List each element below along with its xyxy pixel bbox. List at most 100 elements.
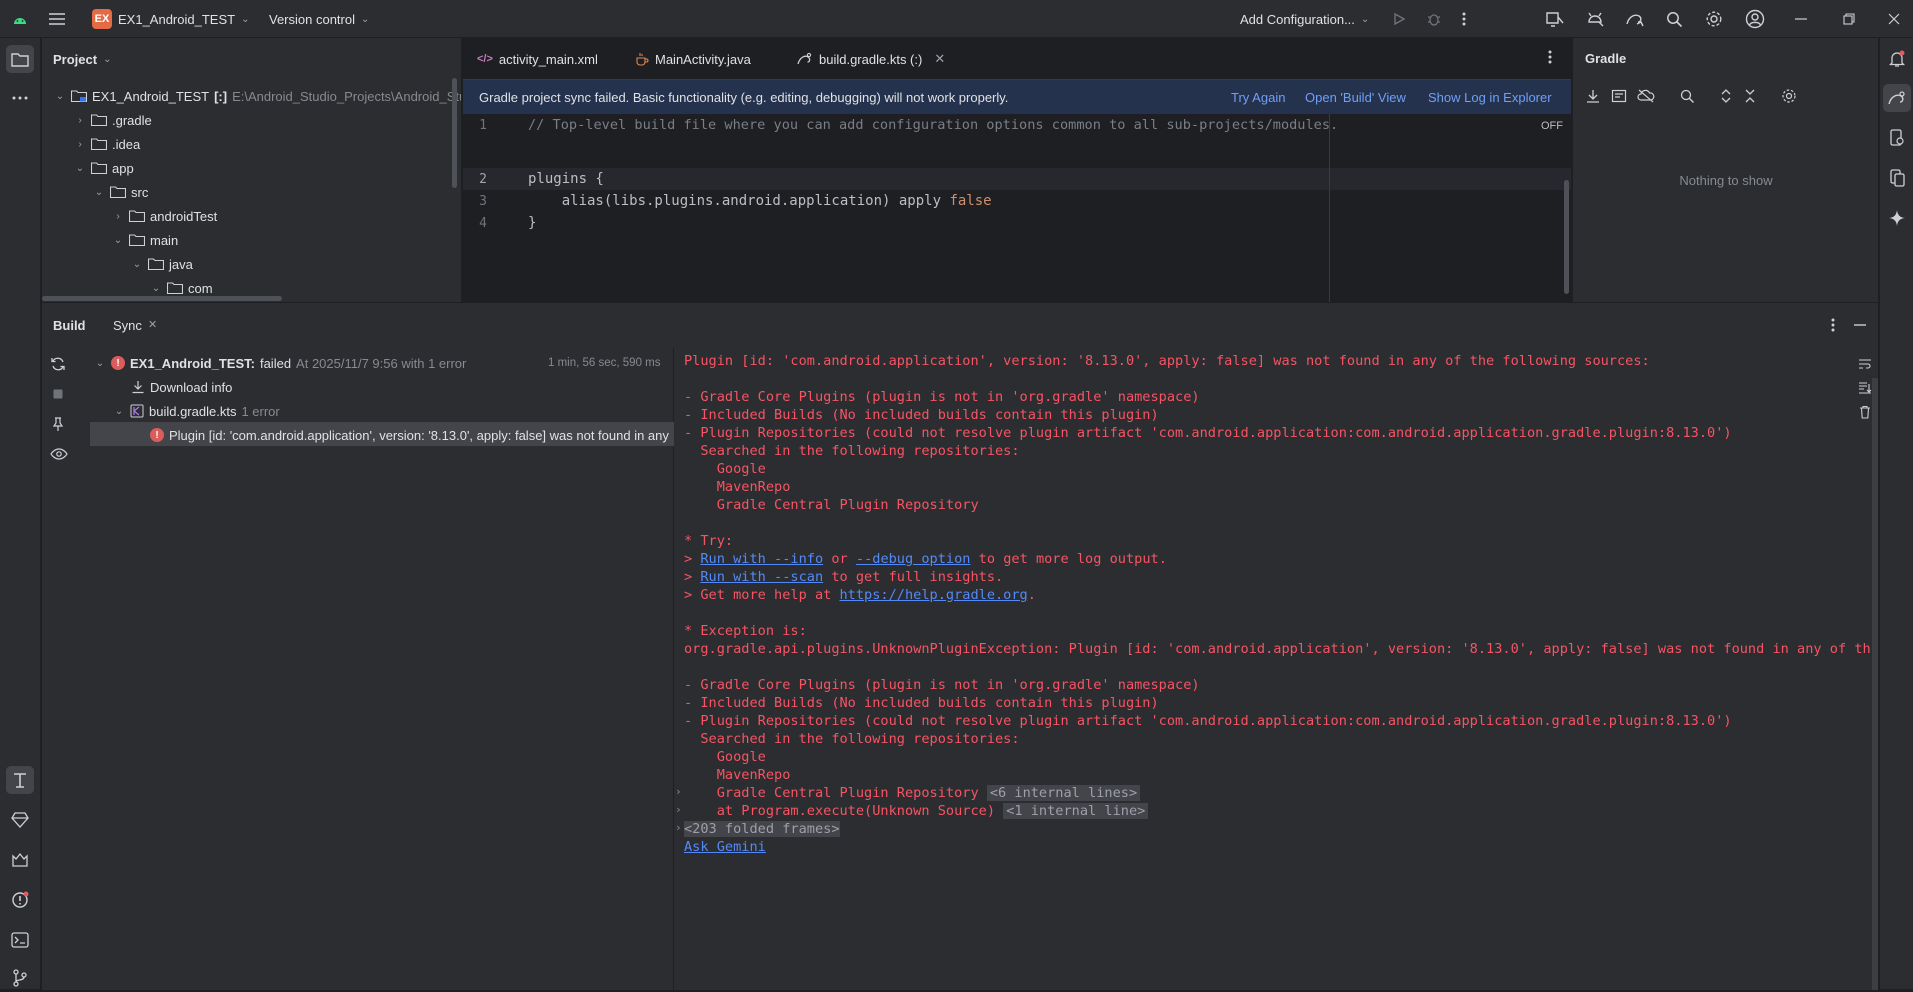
device-explorer-icon[interactable] xyxy=(1883,124,1911,152)
offline-mode-icon[interactable] xyxy=(1637,88,1655,104)
project-tool-icon[interactable] xyxy=(6,45,34,73)
tree-item-androidtest[interactable]: › androidTest xyxy=(112,204,217,228)
sync-failed-banner: Gradle project sync failed. Basic functi… xyxy=(463,80,1571,114)
terminal-icon[interactable] xyxy=(6,926,34,954)
soft-wrap-icon[interactable] xyxy=(1858,357,1872,371)
folded-lines[interactable]: <6 internal lines> xyxy=(986,785,1141,801)
tab-mainactivity-java[interactable]: MainActivity.java xyxy=(635,38,751,80)
clear-all-icon[interactable] xyxy=(1858,405,1872,419)
minimize-icon[interactable] xyxy=(1795,0,1807,38)
tree-path: E:\Android_Studio_Projects\Android_Stud xyxy=(232,88,462,104)
tree-item-root[interactable]: ⌄ EX1_Android_TEST [:] E:\Android_Studio… xyxy=(54,84,462,108)
console-line: > Run with --info or --debug option to g… xyxy=(684,551,1167,567)
tab-build-gradle-kts[interactable]: build.gradle.kts (:) ✕ xyxy=(791,38,952,83)
kotlin-file-icon xyxy=(130,404,144,418)
ask-gemini-link[interactable]: Ask Gemini xyxy=(684,839,766,855)
code-line: } xyxy=(528,215,537,231)
gem-icon[interactable] xyxy=(6,806,34,834)
gemini-icon[interactable] xyxy=(1883,204,1911,232)
search-icon[interactable] xyxy=(1666,0,1683,38)
tab-actions-icon[interactable] xyxy=(1548,50,1552,64)
folded-frames[interactable]: <203 folded frames> xyxy=(684,821,840,837)
build-result-row[interactable]: ⌄ ! EX1_Android_TEST: failed At 2025/11/… xyxy=(94,351,467,375)
running-devices-icon[interactable] xyxy=(1883,164,1911,192)
vcs-menu[interactable]: Version control ⌄ xyxy=(269,0,369,38)
folder-icon xyxy=(129,210,145,222)
fold-expand-icon[interactable]: › xyxy=(675,821,682,834)
pin-icon[interactable] xyxy=(50,416,68,432)
gear-icon[interactable] xyxy=(1705,0,1723,38)
build-file-row[interactable]: ⌄ build.gradle.kts 1 error xyxy=(113,399,280,423)
debug-option-link[interactable]: --debug option xyxy=(856,551,971,567)
fold-expand-icon[interactable]: › xyxy=(675,785,682,798)
account-icon[interactable] xyxy=(1745,0,1765,38)
editor-tabs: </> activity_main.xml MainActivity.java … xyxy=(463,38,1571,83)
expand-all-icon[interactable] xyxy=(1719,88,1733,104)
show-log-link[interactable]: Show Log in Explorer xyxy=(1428,90,1552,105)
gradle-tool-icon[interactable] xyxy=(1883,84,1911,112)
main-menu-icon[interactable] xyxy=(48,0,66,38)
notifications-icon[interactable] xyxy=(1883,45,1911,73)
open-build-view-link[interactable]: Open 'Build' View xyxy=(1305,90,1406,105)
gradle-sync-icon[interactable] xyxy=(1625,0,1645,38)
error-message-row[interactable]: ! Plugin [id: 'com.android.application',… xyxy=(150,423,674,447)
close-tab-icon[interactable]: ✕ xyxy=(148,318,157,331)
close-icon[interactable] xyxy=(1888,0,1900,38)
tree-item-gradle[interactable]: › .gradle xyxy=(74,108,151,132)
project-tool-window: Project ⌄ ⌄ EX1_Android_TEST [:] E:\Andr… xyxy=(42,38,462,302)
sync-icon[interactable] xyxy=(50,356,68,372)
tree-item-main[interactable]: ⌄ main xyxy=(112,228,178,252)
tree-item-src[interactable]: ⌄ src xyxy=(93,180,149,204)
tab-sync[interactable]: Sync xyxy=(113,318,142,333)
device-manager-icon[interactable] xyxy=(1545,0,1565,38)
build-console[interactable]: Plugin [id: 'com.android.application', v… xyxy=(674,348,1878,990)
tree-item-java[interactable]: ⌄ java xyxy=(131,252,193,276)
readonly-off-label[interactable]: OFF xyxy=(1541,120,1563,132)
project-switcher[interactable]: EX EX1_Android_TEST ⌄ xyxy=(92,0,249,38)
sdk-manager-icon[interactable] xyxy=(1585,0,1605,38)
restore-icon[interactable] xyxy=(1843,0,1855,38)
console-line: - Plugin Repositories (could not resolve… xyxy=(684,425,1732,441)
fold-expand-icon[interactable]: › xyxy=(675,803,682,816)
build-tool-icon[interactable] xyxy=(6,766,34,794)
project-view-selector[interactable]: Project ⌄ xyxy=(53,38,111,80)
tree-item-idea[interactable]: › .idea xyxy=(74,132,140,156)
collapse-all-icon[interactable] xyxy=(1743,88,1757,104)
console-text: Gradle Central Plugin Repository xyxy=(684,785,979,801)
tab-activity-main-xml[interactable]: </> activity_main.xml xyxy=(477,38,598,80)
try-again-link[interactable]: Try Again xyxy=(1231,90,1285,105)
more-actions-icon[interactable] xyxy=(1462,0,1466,38)
horizontal-scrollbar[interactable] xyxy=(42,296,282,301)
version-control-icon[interactable] xyxy=(6,964,34,992)
code-area[interactable]: 1 // Top-level build file where you can … xyxy=(463,114,1571,302)
console-scrollbar[interactable] xyxy=(1872,378,1878,990)
folded-lines[interactable]: <1 internal line> xyxy=(1003,803,1149,819)
tab-build[interactable]: Build xyxy=(53,318,86,333)
run-with-info-link[interactable]: Run with --info xyxy=(700,551,823,567)
editor-scrollbar[interactable] xyxy=(1564,180,1569,294)
vertical-scrollbar[interactable] xyxy=(452,78,457,188)
download-info-row[interactable]: Download info xyxy=(131,375,232,399)
more-tools-icon[interactable] xyxy=(6,84,34,112)
analyze-dependencies-icon[interactable] xyxy=(1679,88,1695,104)
download-icon[interactable] xyxy=(1585,88,1601,104)
view-options-icon[interactable] xyxy=(50,446,68,462)
tree-item-app[interactable]: ⌄ app xyxy=(74,156,134,180)
task-list-icon[interactable] xyxy=(1611,88,1627,104)
panel-options-icon[interactable] xyxy=(1831,318,1835,332)
scroll-to-end-icon[interactable] xyxy=(1858,381,1872,395)
help-gradle-link[interactable]: https://help.gradle.org xyxy=(840,587,1028,603)
debug-icon[interactable] xyxy=(1426,0,1442,38)
hide-panel-icon[interactable] xyxy=(1854,324,1866,326)
stop-icon[interactable] xyxy=(50,386,68,402)
run-icon[interactable] xyxy=(1392,0,1406,38)
logcat-icon[interactable] xyxy=(6,846,34,874)
gradle-settings-icon[interactable] xyxy=(1781,88,1797,104)
run-with-scan-link[interactable]: Run with --scan xyxy=(700,569,823,585)
close-tab-icon[interactable]: ✕ xyxy=(934,51,945,67)
build-tree-pane: ⌄ ! EX1_Android_TEST: failed At 2025/11/… xyxy=(42,348,674,990)
build-project-name: EX1_Android_TEST: xyxy=(130,355,255,371)
run-configuration-selector[interactable]: Add Configuration... ⌄ xyxy=(1240,0,1369,38)
code-keyword: false xyxy=(949,193,992,209)
problems-icon[interactable] xyxy=(6,886,34,914)
